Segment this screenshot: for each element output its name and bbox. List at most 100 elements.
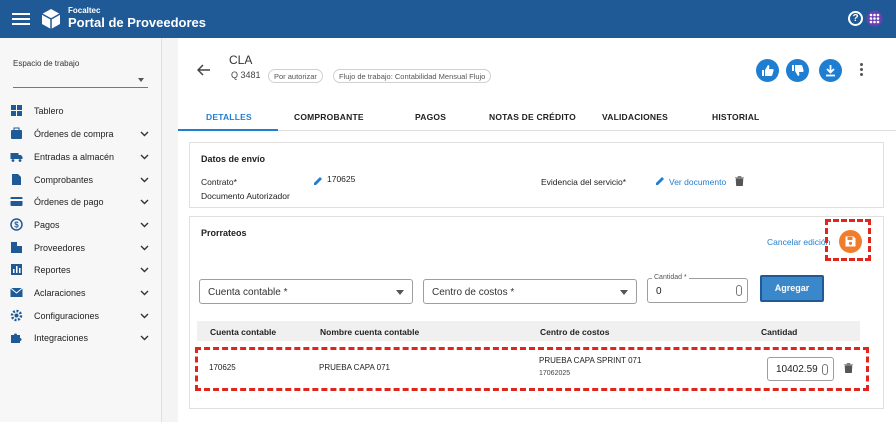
sidebar-item-label: Aclaraciones	[34, 288, 86, 298]
document-code: Q 3481	[231, 70, 261, 80]
sidebar-item-ordenes-de-compra[interactable]: Órdenes de compra	[0, 125, 162, 143]
chevron-down-icon[interactable]	[140, 197, 149, 206]
sidebar-item-aclaraciones[interactable]: Aclaraciones	[0, 284, 162, 302]
document-icon	[12, 174, 21, 185]
tab-bar: DETALLES COMPROBANTE PAGOS NOTAS DE CRÉD…	[178, 101, 896, 131]
contract-label: Contrato*	[201, 177, 237, 187]
tab-pagos[interactable]: PAGOS	[415, 112, 446, 122]
approve-button[interactable]	[756, 59, 779, 82]
account-select[interactable]: Cuenta contable *	[199, 279, 413, 304]
contract-value: 170625	[327, 174, 356, 184]
thumbs-down-icon	[792, 65, 804, 76]
help-icon[interactable]: ?	[848, 11, 863, 26]
thumbs-up-icon	[762, 65, 774, 76]
delete-evidence-icon[interactable]	[735, 176, 744, 186]
app-header: Focaltec Portal de Proveedores ?	[0, 0, 896, 38]
add-button[interactable]: Agregar	[760, 275, 824, 302]
caret-down-icon	[396, 290, 404, 295]
chevron-down-icon[interactable]	[140, 243, 149, 252]
gear-icon	[10, 309, 23, 322]
puzzle-icon	[11, 333, 22, 343]
sidebar-item-proveedores[interactable]: Proveedores	[0, 239, 162, 257]
tab-notas-de-credito[interactable]: NOTAS DE CRÉDITO	[489, 112, 576, 122]
sidebar-item-label: Proveedores	[34, 243, 86, 253]
sidebar-item-comprobantes[interactable]: Comprobantes	[0, 171, 162, 189]
chevron-down-icon[interactable]	[140, 333, 149, 342]
authorized-document: Documento Autorizador	[201, 191, 290, 201]
caret-down-icon	[620, 290, 628, 295]
quantity-value: 0	[656, 286, 662, 297]
shipping-card: Datos de envío Contrato* 170625 Document…	[189, 142, 884, 208]
sidebar-item-label: Reportes	[34, 265, 71, 275]
evidence-label: Evidencia del servicio*	[541, 177, 627, 187]
dollar-icon: $	[10, 218, 23, 231]
download-icon	[826, 65, 835, 77]
dashboard-icon	[11, 105, 22, 116]
col-quantity: Cantidad	[761, 327, 798, 337]
sidebar-item-configuraciones[interactable]: Configuraciones	[0, 307, 162, 325]
logo	[41, 9, 61, 29]
sidebar-item-reportes[interactable]: Reportes	[0, 261, 162, 279]
sidebar-item-pagos[interactable]: $ Pagos	[0, 216, 162, 234]
sidebar-item-label: Integraciones	[34, 333, 89, 343]
report-icon	[11, 264, 22, 275]
highlight-save-area	[825, 219, 871, 261]
col-account: Cuenta contable	[210, 327, 277, 337]
workspace-label: Espacio de trabajo	[13, 59, 80, 68]
sidebar-item-label: Pagos	[34, 220, 60, 230]
main-content: CLA Q 3481 Por autorizar Flujo de trabaj…	[178, 38, 896, 422]
sidebar-item-label: Configuraciones	[34, 311, 100, 321]
brand-company: Focaltec	[68, 6, 101, 15]
cost-center-placeholder: Centro de costos *	[432, 287, 515, 298]
sidebar-item-tablero[interactable]: Tablero	[0, 102, 162, 120]
quantity-label: Cantidad *	[652, 274, 689, 281]
status-chip: Por autorizar	[268, 69, 323, 83]
active-tab-indicator	[178, 129, 278, 131]
building-icon	[11, 242, 22, 253]
caret-down-icon	[138, 78, 144, 82]
col-cost-center: Centro de costos	[540, 327, 610, 337]
edit-contract-icon[interactable]	[313, 176, 323, 186]
sidebar-item-ordenes-de-pago[interactable]: Órdenes de pago	[0, 193, 162, 211]
tab-detalles[interactable]: DETALLES	[206, 112, 252, 122]
back-arrow-icon[interactable]	[197, 63, 211, 77]
brand-title: Portal de Proveedores	[68, 15, 206, 30]
sidebar: Espacio de trabajo Tablero Órdenes de com…	[0, 38, 162, 422]
tab-historial[interactable]: HISTORIAL	[712, 112, 759, 122]
prorrateos-title: Prorrateos	[201, 228, 247, 238]
chevron-down-icon[interactable]	[140, 220, 149, 229]
chevron-down-icon[interactable]	[140, 265, 149, 274]
sidebar-item-entradas-a-almacen[interactable]: Entradas a almacén	[0, 148, 162, 166]
more-options-icon[interactable]	[860, 63, 864, 77]
chevron-down-icon[interactable]	[140, 311, 149, 320]
tab-validaciones[interactable]: VALIDACIONES	[602, 112, 668, 122]
reject-button[interactable]	[786, 59, 809, 82]
workflow-chip: Flujo de trabajo: Contabilidad Mensual F…	[333, 69, 492, 83]
menu-icon[interactable]	[12, 11, 30, 27]
edit-evidence-icon[interactable]	[655, 176, 665, 186]
svg-text:$: $	[14, 221, 19, 230]
truck-icon	[10, 153, 23, 162]
cancel-edit-link[interactable]: Cancelar edición	[767, 237, 833, 247]
card-icon	[10, 197, 23, 206]
tab-comprobante[interactable]: COMPROBANTE	[294, 112, 364, 122]
sidebar-item-label: Comprobantes	[34, 175, 94, 185]
quantity-stepper[interactable]	[736, 285, 742, 296]
chevron-down-icon[interactable]	[140, 152, 149, 161]
chevron-down-icon[interactable]	[140, 288, 149, 297]
apps-icon[interactable]	[866, 10, 883, 27]
view-document-link[interactable]: Ver documento	[669, 177, 726, 187]
table-header: Cuenta contable Nombre cuenta contable C…	[197, 321, 860, 341]
download-button[interactable]	[819, 59, 842, 82]
shipping-title: Datos de envío	[201, 154, 266, 164]
account-placeholder: Cuenta contable *	[208, 287, 288, 298]
sidebar-item-label: Órdenes de pago	[34, 197, 104, 207]
highlight-row-area	[195, 347, 869, 391]
chevron-down-icon[interactable]	[140, 175, 149, 184]
chevron-down-icon[interactable]	[140, 129, 149, 138]
sidebar-item-integraciones[interactable]: Integraciones	[0, 329, 162, 347]
mail-icon	[10, 287, 23, 297]
cost-center-select[interactable]: Centro de costos *	[423, 279, 637, 304]
workspace-select[interactable]	[13, 74, 148, 88]
quantity-input[interactable]: 0	[647, 278, 748, 303]
